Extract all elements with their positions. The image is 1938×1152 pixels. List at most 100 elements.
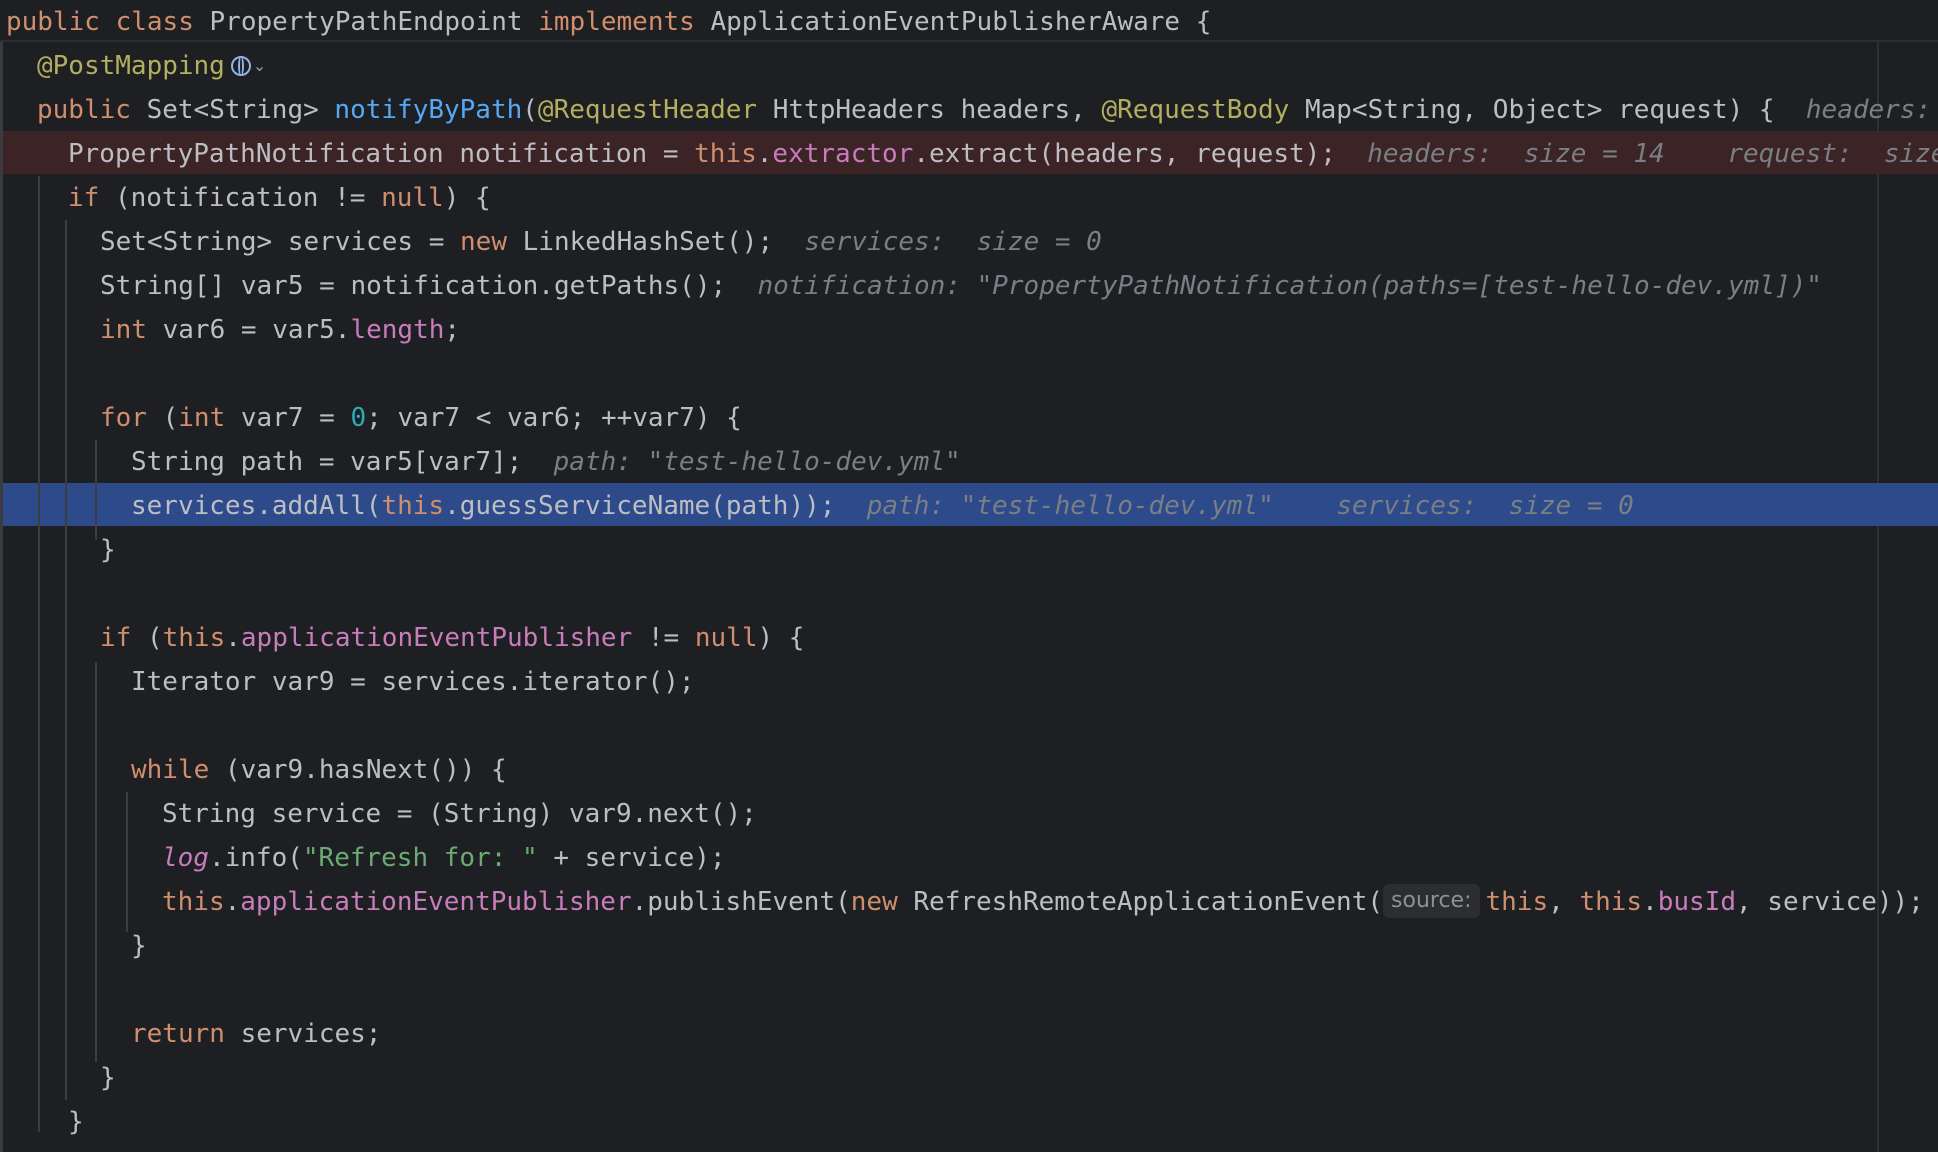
code-text: != [632, 623, 695, 653]
code-text: ) { [757, 623, 805, 653]
field: applicationEventPublisher [240, 887, 632, 917]
code-line-8[interactable]: int var6 = var5.length; [100, 308, 460, 352]
keyword: null [694, 623, 758, 653]
keyword: public [37, 95, 131, 125]
string-literal: "Refresh for: " [302, 843, 538, 873]
static-field: log [162, 843, 209, 873]
debug-inline-value: services: size = 0 [804, 227, 1102, 257]
code-text: . [225, 623, 241, 653]
code-line-2[interactable]: @PostMapping ⌄ [37, 44, 266, 88]
keyword: new [460, 227, 507, 257]
code-line-20[interactable]: log.info("Refresh for: " + service); [162, 836, 726, 880]
code-line-24[interactable]: return services; [131, 1012, 381, 1056]
editor-left-border [0, 42, 3, 1152]
code-text: ( [522, 95, 538, 125]
code-line-26[interactable]: } [68, 1100, 84, 1144]
code-text: } [131, 931, 147, 961]
chevron-down-icon[interactable]: ⌄ [253, 44, 266, 88]
globe-icon[interactable] [230, 56, 251, 76]
code-line-12[interactable]: services.addAll(this.guessServiceName(pa… [131, 484, 1634, 528]
keyword: for [100, 403, 147, 433]
code-line-15[interactable]: if (this.applicationEventPublisher != nu… [100, 616, 804, 660]
code-text: ; [444, 315, 461, 345]
keyword: int [100, 315, 147, 345]
keyword: class [115, 7, 194, 37]
keyword: new [850, 887, 898, 917]
code-text: . [224, 887, 241, 917]
keyword: this [162, 887, 225, 917]
number-literal: 0 [350, 403, 367, 433]
indent-guide [95, 440, 97, 540]
keyword: if [68, 183, 100, 213]
class-name: PropertyPathEndpoint [209, 7, 523, 37]
code-text: , [1548, 887, 1580, 917]
code-editor[interactable]: public class PropertyPathEndpoint implem… [0, 0, 1938, 1152]
code-line-10[interactable]: for (int var7 = 0; var7 < var6; ++var7) … [100, 396, 742, 440]
code-line-22[interactable]: } [131, 924, 147, 968]
keyword: public [6, 7, 100, 37]
code-text: PropertyPathNotification notification = [68, 139, 695, 169]
code-text: services.addAll( [131, 491, 382, 521]
code-text: .guessServiceName(path)); [444, 491, 836, 521]
code-line-18[interactable]: while (var9.hasNext()) { [131, 748, 507, 792]
debug-inline-value: services: size = 0 [1336, 491, 1634, 521]
debug-inline-value: headers: [1805, 95, 1932, 125]
code-text: ( [146, 403, 179, 433]
debug-inline-value: path: "test-hello-dev.yml" [866, 491, 1274, 521]
code-line-4[interactable]: PropertyPathNotification notification = … [68, 132, 1938, 176]
code-text: . [756, 139, 773, 169]
code-line-25[interactable]: } [100, 1056, 116, 1100]
keyword: this [381, 491, 445, 521]
code-text: services; [224, 1019, 382, 1049]
code-text: HttpHeaders headers, [772, 95, 1086, 125]
code-text: String path = var5[var7]; [131, 447, 523, 477]
code-text: (var9.hasNext()) { [209, 755, 507, 785]
keyword: this [162, 623, 226, 653]
code-line-7[interactable]: String[] var5 = notification.getPaths();… [100, 264, 1822, 308]
code-text: Map<String, Object> request) { [1304, 95, 1775, 125]
code-text: .info( [208, 843, 303, 873]
code-line-11[interactable]: String path = var5[var7]; path: "test-he… [131, 440, 961, 484]
code-text: ; var7 < var6; ++var7) { [366, 403, 742, 433]
keyword: if [100, 623, 132, 653]
code-line-13[interactable]: } [100, 528, 116, 572]
keyword: int [178, 403, 226, 433]
code-text: } [100, 1063, 116, 1093]
code-line-1[interactable]: public class PropertyPathEndpoint implem… [6, 0, 1211, 44]
keyword: null [381, 183, 444, 213]
interface-name: ApplicationEventPublisherAware { [710, 7, 1212, 37]
code-text: .publishEvent( [631, 887, 851, 917]
code-text: String[] var5 = notification.getPaths(); [100, 271, 727, 301]
code-line-19[interactable]: String service = (String) var9.next(); [162, 792, 757, 836]
code-line-3[interactable]: public Set<String> notifyByPath(@Request… [37, 88, 1931, 132]
code-text: , service)); [1736, 887, 1924, 917]
parameter-name-hint: source: [1383, 884, 1480, 918]
debug-inline-value: notification: "PropertyPathNotification(… [757, 271, 1822, 301]
code-line-5[interactable]: if (notification != null) { [68, 176, 491, 220]
code-text: + service); [537, 843, 726, 873]
debug-inline-value: request: size [1727, 139, 1938, 169]
keyword: this [694, 139, 757, 169]
code-text: } [68, 1107, 84, 1137]
code-text: (notification != [99, 183, 382, 213]
code-text: .extract(headers, request); [913, 139, 1336, 169]
code-text: . [1642, 887, 1658, 917]
indent-guide [38, 176, 40, 1132]
code-text: Set<String> [146, 95, 319, 125]
keyword: implements [538, 7, 695, 37]
annotation: @RequestBody [1101, 95, 1290, 125]
debug-inline-value: path: "test-hello-dev.yml" [553, 447, 961, 477]
right-margin-guide [1877, 42, 1879, 1152]
code-text: String service = (String) var9.next(); [162, 799, 757, 829]
keyword: return [131, 1019, 225, 1049]
code-line-6[interactable]: Set<String> services = new LinkedHashSet… [100, 220, 1102, 264]
code-text: RefreshRemoteApplicationEvent( [897, 887, 1384, 917]
keyword: this [1485, 887, 1549, 917]
code-line-16[interactable]: Iterator var9 = services.iterator(); [131, 660, 695, 704]
annotation: @PostMapping [37, 51, 225, 81]
keyword: this [1579, 887, 1643, 917]
code-text: var6 = var5. [146, 315, 351, 345]
code-text: LinkedHashSet(); [507, 227, 774, 257]
code-line-21[interactable]: this.applicationEventPublisher.publishEv… [162, 880, 1924, 924]
code-text: var7 = [225, 403, 351, 433]
